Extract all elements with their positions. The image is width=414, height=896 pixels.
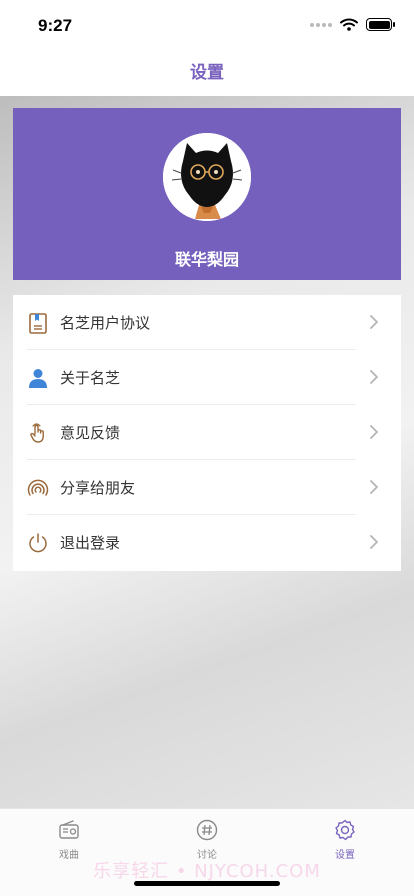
menu-item-label: 分享给朋友 [60, 479, 136, 497]
tab-discussion[interactable]: 讨论 [167, 819, 247, 861]
menu-item-about[interactable]: 关于名芝 [13, 350, 401, 405]
tab-opera[interactable]: 戏曲 [29, 819, 109, 861]
power-icon [27, 532, 49, 554]
profile-name: 联华梨园 [174, 250, 239, 269]
status-indicators [310, 18, 395, 31]
home-indicator[interactable] [134, 881, 280, 886]
settings-menu: 名芝用户协议 关于名芝 意见反馈 分享给朋友 退出登录 [13, 295, 401, 571]
hashtag-icon [196, 819, 218, 841]
watermark: 乐享轻汇 • NJYCOH.COM [93, 861, 321, 882]
nav-bar: 设置 [0, 50, 414, 96]
share-signal-icon [27, 477, 49, 499]
signal-dots-icon [310, 22, 332, 27]
chevron-right-icon [367, 425, 381, 439]
menu-item-label: 名芝用户协议 [60, 314, 151, 332]
chevron-right-icon [367, 370, 381, 384]
settings-content: 联华梨园 名芝用户协议 关于名芝 意见反馈 分享给朋友 退出登录 [0, 96, 414, 808]
status-bar: 9:27 [0, 0, 414, 50]
battery-icon [366, 18, 395, 31]
hand-tap-icon [27, 422, 49, 444]
person-icon [27, 367, 49, 389]
menu-item-user-agreement[interactable]: 名芝用户协议 [13, 295, 401, 350]
menu-item-feedback[interactable]: 意见反馈 [13, 405, 401, 460]
tab-settings[interactable]: 设置 [305, 819, 385, 861]
chevron-right-icon [367, 315, 381, 329]
status-time: 9:27 [38, 16, 73, 35]
menu-item-label: 意见反馈 [60, 424, 121, 442]
agreement-icon [27, 312, 49, 334]
chevron-right-icon [367, 535, 381, 549]
menu-item-share[interactable]: 分享给朋友 [13, 460, 401, 515]
radio-icon [59, 820, 79, 839]
chevron-right-icon [367, 480, 381, 494]
page-title: 设置 [190, 63, 224, 83]
menu-item-logout[interactable]: 退出登录 [13, 515, 401, 570]
profile-card: 联华梨园 [13, 108, 401, 280]
black-cat-avatar-icon [163, 133, 251, 221]
menu-item-label: 关于名芝 [60, 369, 121, 387]
menu-item-label: 退出登录 [60, 534, 121, 552]
gear-icon [335, 819, 355, 841]
wifi-icon [340, 18, 358, 31]
avatar[interactable] [163, 133, 251, 221]
